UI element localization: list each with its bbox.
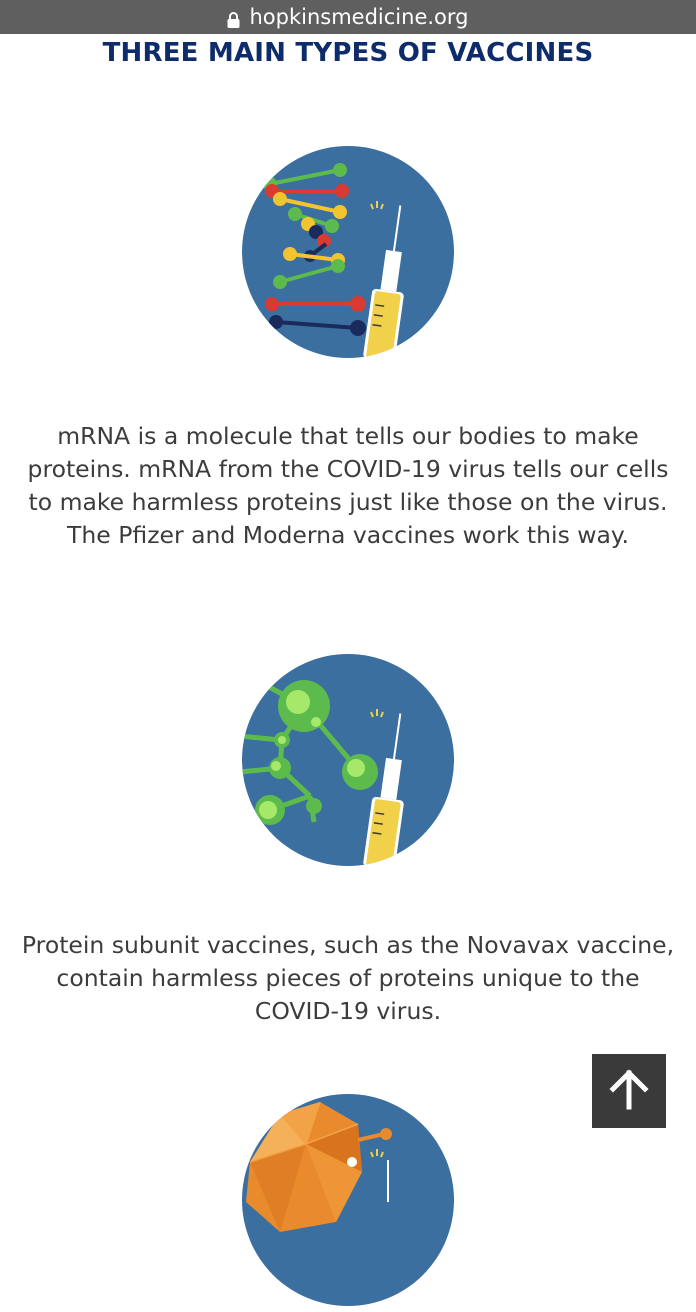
scroll-to-top-button[interactable] (592, 1054, 666, 1128)
mrna-description: mRNA is a molecule that tells our bodies… (27, 422, 669, 549)
arrow-up-icon (605, 1065, 653, 1117)
lock-icon (227, 9, 240, 28)
protein-subunit-syringe-icon (240, 652, 456, 868)
mrna-dna-syringe-icon (240, 144, 456, 360)
page-title: THREE MAIN TYPES OF VACCINES (102, 38, 594, 68)
browser-url-bar[interactable]: hopkinsmedicine.org (0, 0, 696, 34)
protein-subunit-description: Protein subunit vaccines, such as the No… (21, 931, 675, 1025)
url-text: hopkinsmedicine.org (249, 5, 469, 29)
viral-vector-syringe-icon (240, 1092, 456, 1308)
